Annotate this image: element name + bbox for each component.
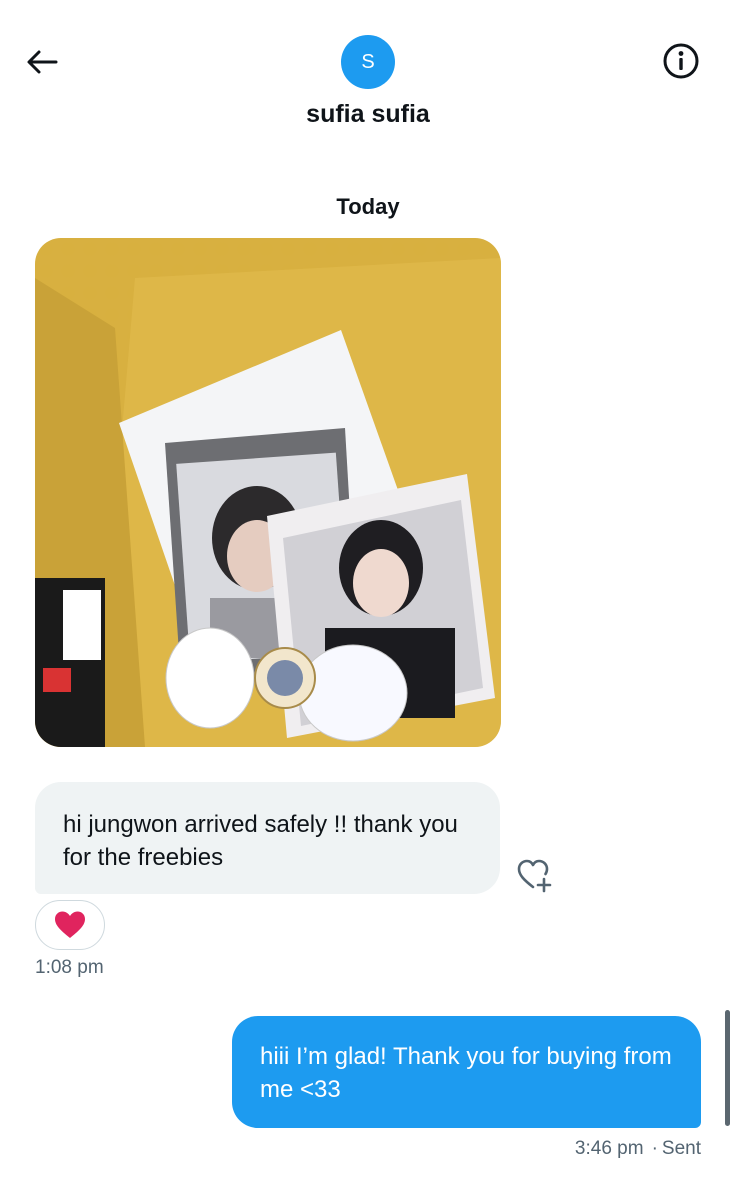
back-button[interactable] <box>22 42 62 82</box>
photo-content <box>35 238 501 747</box>
avatar-letter: S <box>361 50 375 73</box>
avatar[interactable]: S <box>341 35 395 89</box>
add-reaction-button[interactable] <box>516 858 556 894</box>
sent-status: Sent <box>661 1138 701 1159</box>
info-icon <box>663 43 699 79</box>
message-photo[interactable] <box>35 238 501 747</box>
arrow-left-icon <box>27 50 58 74</box>
sent-message-text: hiii I’m glad! Thank you for buying from… <box>260 1043 672 1103</box>
conversation-title[interactable]: sufia sufia <box>0 100 736 129</box>
date-separator: Today <box>336 194 400 219</box>
sent-meta: 3:46 pm · Sent <box>575 1138 701 1160</box>
separator-dot: · <box>651 1138 658 1159</box>
scrollbar[interactable] <box>725 1010 730 1126</box>
reaction-badge[interactable] <box>35 900 105 950</box>
red-heart-icon <box>55 911 85 938</box>
received-timestamp: 1:08 pm <box>35 957 104 978</box>
sent-timestamp: 3:46 pm <box>574 1138 644 1159</box>
heart-plus-icon <box>517 859 552 893</box>
sent-message-bubble[interactable]: hiii I’m glad! Thank you for buying from… <box>232 1016 701 1128</box>
info-button[interactable] <box>660 40 702 82</box>
conversation-header: S sufia sufia <box>0 0 736 170</box>
received-message-text: hi jungwon arrived safely !! thank you f… <box>63 811 458 871</box>
received-message-bubble[interactable]: hi jungwon arrived safely !! thank you f… <box>35 782 500 894</box>
